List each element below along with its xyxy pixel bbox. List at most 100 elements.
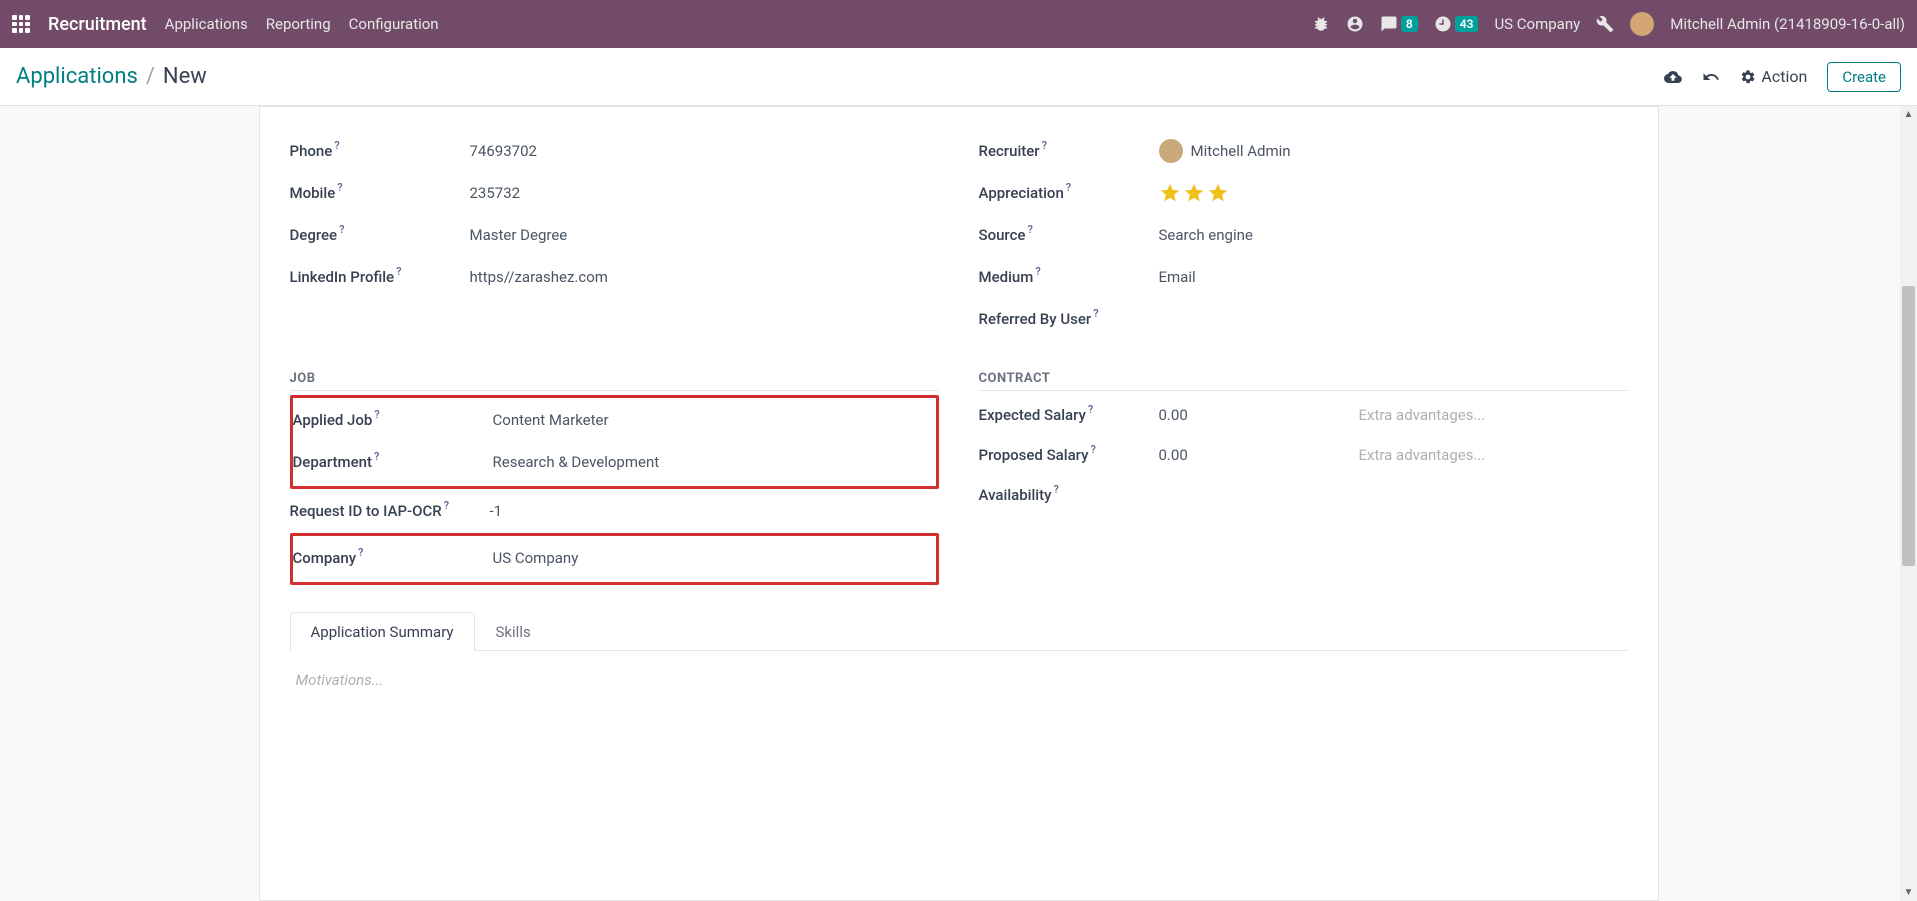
department-label: Department? — [293, 453, 493, 471]
help-icon[interactable]: ? — [337, 181, 342, 194]
availability-row: Availability? — [979, 475, 1628, 515]
breadcrumb: Applications / New — [16, 64, 207, 89]
expected-salary-row: Expected Salary? 0.00 Extra advantages..… — [979, 395, 1628, 435]
degree-field[interactable]: Master Degree — [470, 226, 939, 244]
help-icon[interactable]: ? — [1090, 443, 1095, 456]
scrollbar[interactable]: ▲ ▼ — [1900, 106, 1917, 901]
messages-badge: 8 — [1401, 16, 1418, 32]
undo-icon[interactable] — [1702, 68, 1720, 86]
linkedin-field[interactable]: https//zarashez.com — [470, 268, 939, 286]
degree-row: Degree? Master Degree — [290, 215, 939, 255]
recruiter-avatar — [1159, 139, 1183, 163]
help-icon[interactable]: ? — [444, 499, 449, 512]
form-section-columns: JOB Applied Job? Content Marketer Depart… — [290, 341, 1628, 587]
job-section: JOB Applied Job? Content Marketer Depart… — [290, 341, 939, 587]
appreciation-label: Appreciation? — [979, 184, 1159, 202]
nav-reporting[interactable]: Reporting — [266, 15, 331, 33]
expected-salary-label: Expected Salary? — [979, 406, 1159, 424]
motivations-field[interactable]: Motivations... — [296, 671, 1622, 689]
linkedin-label: LinkedIn Profile? — [290, 268, 470, 286]
comment-icon — [1380, 15, 1398, 33]
navbar-left: Recruitment Applications Reporting Confi… — [12, 14, 439, 35]
medium-field[interactable]: Email — [1159, 268, 1628, 286]
help-icon[interactable]: ? — [334, 139, 339, 152]
medium-label: Medium? — [979, 268, 1159, 286]
scroll-down-arrow[interactable]: ▼ — [1900, 884, 1917, 901]
help-icon[interactable]: ? — [396, 265, 401, 278]
expected-salary-field[interactable]: 0.00 — [1159, 406, 1359, 424]
contract-section-title: CONTRACT — [979, 371, 1628, 391]
control-panel: Applications / New Action Create — [0, 48, 1917, 106]
company-label: Company? — [293, 549, 493, 567]
degree-label: Degree? — [290, 226, 470, 244]
control-panel-right: Action Create — [1664, 62, 1901, 92]
help-icon[interactable]: ? — [374, 408, 379, 421]
recruiter-name: Mitchell Admin — [1191, 142, 1291, 160]
star-icon[interactable] — [1159, 182, 1181, 204]
help-icon[interactable]: ? — [1066, 181, 1071, 194]
help-icon[interactable]: ? — [1053, 483, 1058, 496]
breadcrumb-separator: / — [146, 64, 155, 89]
tab-application-summary[interactable]: Application Summary — [290, 612, 475, 651]
support-icon[interactable] — [1346, 15, 1364, 33]
star-icon[interactable] — [1183, 182, 1205, 204]
create-button[interactable]: Create — [1827, 62, 1901, 92]
nav-applications[interactable]: Applications — [165, 15, 248, 33]
source-field[interactable]: Search engine — [1159, 226, 1628, 244]
help-icon[interactable]: ? — [1027, 223, 1032, 236]
scrollbar-thumb[interactable] — [1902, 286, 1915, 566]
applied-job-field[interactable]: Content Marketer — [493, 411, 936, 429]
proposed-extra-advantages-field[interactable]: Extra advantages... — [1359, 446, 1486, 464]
request-id-field[interactable]: -1 — [490, 502, 939, 520]
help-icon[interactable]: ? — [339, 223, 344, 236]
user-avatar[interactable] — [1630, 12, 1654, 36]
job-section-title: JOB — [290, 371, 939, 391]
form-left-column: Phone? 74693702 Mobile? 235732 Degree? M… — [290, 131, 939, 341]
brand-title[interactable]: Recruitment — [48, 14, 147, 35]
recruiter-row: Recruiter? Mitchell Admin — [979, 131, 1628, 171]
phone-field[interactable]: 74693702 — [470, 142, 939, 160]
referred-row: Referred By User? — [979, 299, 1628, 339]
cloud-upload-icon[interactable] — [1664, 68, 1682, 86]
mobile-field[interactable]: 235732 — [470, 184, 939, 202]
tab-skills[interactable]: Skills — [475, 612, 552, 651]
help-icon[interactable]: ? — [358, 546, 363, 559]
applied-job-row: Applied Job? Content Marketer — [293, 400, 936, 440]
messages-button[interactable]: 8 — [1380, 15, 1418, 33]
star-rating[interactable] — [1159, 182, 1628, 204]
help-icon[interactable]: ? — [1088, 403, 1093, 416]
form-scroll-area[interactable]: Phone? 74693702 Mobile? 235732 Degree? M… — [0, 106, 1917, 901]
scroll-up-arrow[interactable]: ▲ — [1900, 106, 1917, 123]
breadcrumb-current: New — [163, 64, 207, 89]
clock-icon — [1434, 15, 1452, 33]
help-icon[interactable]: ? — [374, 450, 379, 463]
help-icon[interactable]: ? — [1042, 139, 1047, 152]
recruiter-field[interactable]: Mitchell Admin — [1159, 139, 1628, 163]
department-field[interactable]: Research & Development — [493, 453, 936, 471]
form-sheet: Phone? 74693702 Mobile? 235732 Degree? M… — [259, 106, 1659, 901]
phone-label: Phone? — [290, 142, 470, 160]
action-dropdown[interactable]: Action — [1740, 67, 1807, 86]
star-icon[interactable] — [1207, 182, 1229, 204]
breadcrumb-applications[interactable]: Applications — [16, 64, 138, 89]
company-switcher[interactable]: US Company — [1494, 15, 1580, 33]
mobile-row: Mobile? 235732 — [290, 173, 939, 213]
availability-label: Availability? — [979, 486, 1159, 504]
bug-icon[interactable] — [1312, 15, 1330, 33]
help-icon[interactable]: ? — [1093, 307, 1098, 320]
expected-extra-advantages-field[interactable]: Extra advantages... — [1359, 406, 1486, 424]
company-row: Company? US Company — [293, 538, 936, 578]
activities-button[interactable]: 43 — [1434, 15, 1479, 33]
proposed-salary-field[interactable]: 0.00 — [1159, 446, 1359, 464]
appreciation-field[interactable] — [1159, 182, 1628, 204]
user-menu[interactable]: Mitchell Admin (21418909-16-0-all) — [1670, 15, 1905, 33]
applied-job-label: Applied Job? — [293, 411, 493, 429]
tools-icon[interactable] — [1596, 15, 1614, 33]
recruiter-label: Recruiter? — [979, 142, 1159, 160]
help-icon[interactable]: ? — [1035, 265, 1040, 278]
tab-content-summary: Motivations... — [290, 651, 1628, 709]
apps-icon[interactable] — [12, 15, 30, 33]
company-field[interactable]: US Company — [493, 549, 936, 567]
request-id-label: Request ID to IAP-OCR? — [290, 502, 490, 520]
nav-configuration[interactable]: Configuration — [349, 15, 439, 33]
